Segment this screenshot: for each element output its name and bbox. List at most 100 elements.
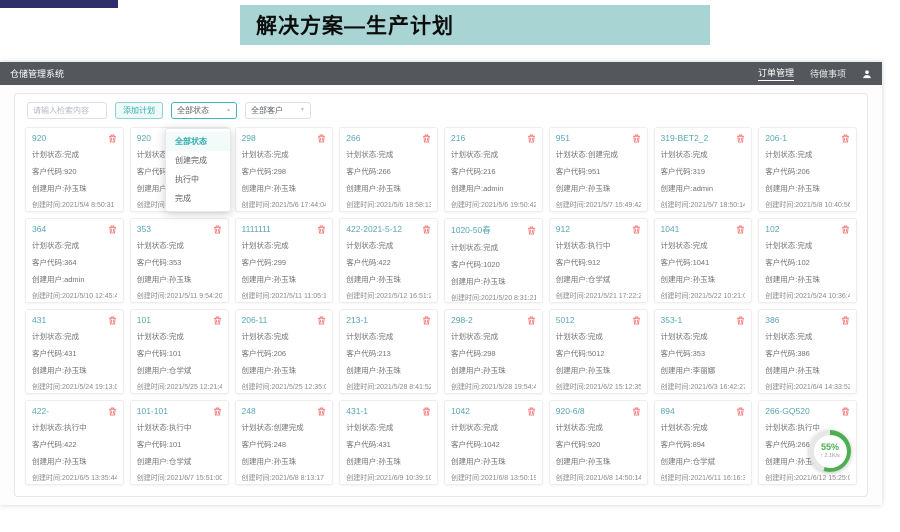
created-time: 创建时间:2021/5/7 15:49:42	[556, 200, 641, 210]
nav-todo-items[interactable]: 待做事项	[810, 67, 846, 80]
plan-card[interactable]: 353-1 计划状态:完成 客户代码:353 创建用户:李丽娜 创建时间:202…	[654, 309, 753, 394]
plan-card-title: 920-6/8	[556, 406, 585, 416]
delete-icon[interactable]	[422, 134, 431, 143]
plan-card-title: 422-	[32, 406, 49, 416]
plan-card[interactable]: 422- 计划状态:执行中 客户代码:422 创建用户:孙玉珠 创建时间:202…	[25, 400, 124, 485]
plan-card[interactable]: 213-1 计划状态:完成 客户代码:213 创建用户:孙玉珠 创建时间:202…	[339, 309, 438, 394]
status-option[interactable]: 全部状态	[166, 132, 230, 151]
delete-icon[interactable]	[527, 316, 536, 325]
created-user: 创建用户:孙玉珠	[451, 365, 536, 376]
plan-card-header: 431-1	[346, 406, 431, 416]
plan-card[interactable]: 894 计划状态:完成 客户代码:894 创建用户:仓学斌 创建时间:2021/…	[654, 400, 753, 485]
delete-icon[interactable]	[632, 225, 641, 234]
delete-icon[interactable]	[213, 225, 222, 234]
plan-card-header: 266-GQ520	[765, 406, 850, 416]
plan-card[interactable]: 319-BET2_2 计划状态:完成 客户代码:319 创建用户:admin 创…	[654, 127, 753, 212]
delete-icon[interactable]	[736, 407, 745, 416]
delete-icon[interactable]	[108, 407, 117, 416]
delete-icon[interactable]	[422, 407, 431, 416]
plan-card[interactable]: 266 计划状态:完成 客户代码:266 创建用户:孙玉珠 创建时间:2021/…	[339, 127, 438, 212]
delete-icon[interactable]	[736, 134, 745, 143]
delete-icon[interactable]	[527, 226, 536, 235]
customer-code: 客户代码:422	[32, 439, 117, 450]
created-user: 创建用户:仓学斌	[137, 365, 222, 376]
plan-card[interactable]: 216 计划状态:完成 客户代码:216 创建用户:admin 创建时间:202…	[444, 127, 543, 212]
delete-icon[interactable]	[527, 407, 536, 416]
plan-card[interactable]: 1041 计划状态:完成 客户代码:1041 创建用户:孙玉珠 创建时间:202…	[654, 218, 753, 303]
plan-card-header: 298-2	[451, 315, 536, 325]
plan-card[interactable]: 912 计划状态:执行中 客户代码:912 创建用户:仓学斌 创建时间:2021…	[549, 218, 648, 303]
status-option[interactable]: 执行中	[166, 170, 230, 189]
search-input[interactable]	[27, 102, 107, 119]
plan-card-header: 206-11	[242, 315, 327, 325]
plan-card[interactable]: 951 计划状态:创建完成 客户代码:951 创建用户:孙玉珠 创建时间:202…	[549, 127, 648, 212]
delete-icon[interactable]	[108, 316, 117, 325]
status-filter-select[interactable]: 全部状态 ▲	[171, 102, 237, 119]
created-time: 创建时间:2021/6/9 10:39:10	[346, 473, 431, 483]
plan-card[interactable]: 431-1 计划状态:完成 客户代码:431 创建用户:孙玉珠 创建时间:202…	[339, 400, 438, 485]
plan-status: 计划状态:完成	[451, 422, 536, 433]
plan-card[interactable]: 101-101 计划状态:执行中 客户代码:101 创建用户:仓学斌 创建时间:…	[130, 400, 229, 485]
plan-card-title: 431	[32, 315, 46, 325]
plan-card[interactable]: 422-2021-5-12 计划状态:完成 客户代码:422 创建用户:孙玉珠 …	[339, 218, 438, 303]
plan-card[interactable]: 1042 计划状态:完成 客户代码:1042 创建用户:孙玉珠 创建时间:202…	[444, 400, 543, 485]
delete-icon[interactable]	[632, 316, 641, 325]
plan-card-title: 431-1	[346, 406, 368, 416]
plan-card[interactable]: 1111111 计划状态:完成 客户代码:299 创建用户:孙玉珠 创建时间:2…	[235, 218, 334, 303]
plan-card-title: 319-BET2_2	[661, 133, 709, 143]
plan-card[interactable]: 298 计划状态:完成 客户代码:298 创建用户:孙玉珠 创建时间:2021/…	[235, 127, 334, 212]
delete-icon[interactable]	[317, 134, 326, 143]
delete-icon[interactable]	[213, 407, 222, 416]
plan-card[interactable]: 386 计划状态:完成 客户代码:386 创建用户:孙玉珠 创建时间:2021/…	[758, 309, 857, 394]
created-time: 创建时间:2021/5/7 18:50:14	[661, 200, 746, 210]
created-user: 创建用户:孙玉珠	[137, 274, 222, 285]
plan-card[interactable]: 102 计划状态:完成 客户代码:102 创建用户:孙玉珠 创建时间:2021/…	[758, 218, 857, 303]
delete-icon[interactable]	[422, 316, 431, 325]
status-filter-value: 全部状态	[177, 105, 209, 116]
status-option[interactable]: 完成	[166, 189, 230, 208]
plan-card[interactable]: 1020-50春 计划状态:完成 客户代码:1020 创建用户:孙玉珠 创建时间…	[444, 218, 543, 303]
customer-filter-select[interactable]: 全部客户 ▼	[245, 102, 311, 119]
plan-status: 计划状态:完成	[661, 240, 746, 251]
customer-code: 客户代码:248	[242, 439, 327, 450]
plan-card-title: 102	[765, 224, 779, 234]
delete-icon[interactable]	[108, 134, 117, 143]
created-time: 创建时间:2021/5/6 19:50:42	[451, 200, 536, 210]
delete-icon[interactable]	[736, 225, 745, 234]
created-time: 创建时间:2021/6/8 13:50:19	[451, 473, 536, 483]
delete-icon[interactable]	[213, 316, 222, 325]
status-option[interactable]: 创建完成	[166, 151, 230, 170]
plan-status: 计划状态:完成	[661, 149, 746, 160]
add-plan-button[interactable]: 添加计划	[115, 102, 163, 119]
delete-icon[interactable]	[736, 316, 745, 325]
plan-card[interactable]: 206-11 计划状态:完成 客户代码:206 创建用户:孙玉珠 创建时间:20…	[235, 309, 334, 394]
plan-card[interactable]: 431 计划状态:完成 客户代码:431 创建用户:孙玉珠 创建时间:2021/…	[25, 309, 124, 394]
plan-card[interactable]: 5012 计划状态:完成 客户代码:5012 创建用户:孙玉珠 创建时间:202…	[549, 309, 648, 394]
delete-icon[interactable]	[108, 225, 117, 234]
created-user: 创建用户:仓学斌	[661, 456, 746, 467]
delete-icon[interactable]	[632, 134, 641, 143]
plan-card-header: 101	[137, 315, 222, 325]
plan-card[interactable]: 248 计划状态:创建完成 客户代码:248 创建用户:孙玉珠 创建时间:202…	[235, 400, 334, 485]
delete-icon[interactable]	[317, 316, 326, 325]
delete-icon[interactable]	[317, 225, 326, 234]
nav-order-management[interactable]: 订单管理	[758, 66, 794, 81]
plan-card[interactable]: 920-6/8 计划状态:完成 客户代码:920 创建用户:孙玉珠 创建时间:2…	[549, 400, 648, 485]
delete-icon[interactable]	[317, 407, 326, 416]
delete-icon[interactable]	[422, 225, 431, 234]
plan-card[interactable]: 101 计划状态:完成 客户代码:101 创建用户:仓学斌 创建时间:2021/…	[130, 309, 229, 394]
plan-card[interactable]: 206-1 计划状态:完成 客户代码:206 创建用户:孙玉珠 创建时间:202…	[758, 127, 857, 212]
delete-icon[interactable]	[841, 407, 850, 416]
plan-status: 计划状态:执行中	[32, 422, 117, 433]
plan-card[interactable]: 364 计划状态:完成 客户代码:364 创建用户:admin 创建时间:202…	[25, 218, 124, 303]
plan-card-title: 1020-50春	[451, 224, 491, 236]
delete-icon[interactable]	[841, 316, 850, 325]
user-icon[interactable]	[862, 69, 872, 79]
delete-icon[interactable]	[841, 134, 850, 143]
plan-card[interactable]: 353 计划状态:完成 客户代码:353 创建用户:孙玉珠 创建时间:2021/…	[130, 218, 229, 303]
delete-icon[interactable]	[841, 225, 850, 234]
plan-card[interactable]: 298-2 计划状态:完成 客户代码:298 创建用户:孙玉珠 创建时间:202…	[444, 309, 543, 394]
delete-icon[interactable]	[632, 407, 641, 416]
plan-card[interactable]: 920 计划状态:完成 客户代码:920 创建用户:孙玉珠 创建时间:2021/…	[25, 127, 124, 212]
delete-icon[interactable]	[527, 134, 536, 143]
